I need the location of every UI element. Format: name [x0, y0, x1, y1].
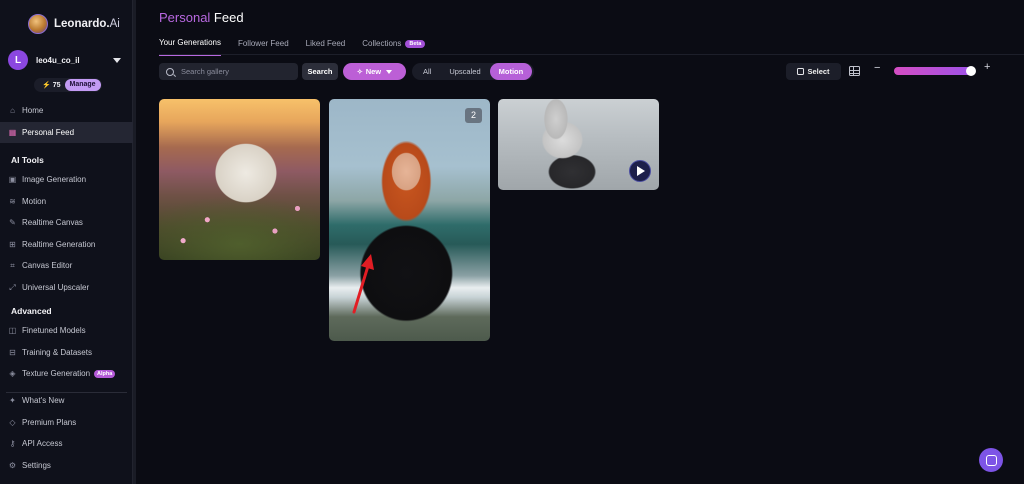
sidebar-item-label: Universal Upscaler	[22, 282, 90, 292]
sidebar-item-realtime-generation[interactable]: ⊞ Realtime Generation	[0, 234, 133, 256]
tabs-divider	[159, 54, 1024, 55]
dataset-icon: ⊟	[9, 347, 16, 357]
zoom-out-button[interactable]: −	[874, 62, 880, 74]
alpha-badge: Alpha	[94, 369, 116, 378]
new-button[interactable]: ✧ New	[343, 63, 406, 80]
chevron-down-icon[interactable]	[113, 57, 121, 63]
filter-group: All Upscaled Motion	[412, 63, 535, 80]
beta-badge: Beta	[405, 39, 426, 48]
sidebar-item-label: Home	[22, 106, 44, 116]
sidebar-item-label: API Access	[22, 439, 63, 449]
gallery-toolbar: Search ✧ New All Upscaled Motion Select …	[159, 61, 999, 80]
select-button[interactable]: Select	[786, 63, 841, 80]
sidebar-item-canvas-editor[interactable]: ⌗ Canvas Editor	[0, 255, 133, 277]
upscale-icon: ⤢	[9, 282, 16, 292]
sidebar-item-label: Premium Plans	[22, 417, 77, 427]
key-icon: ⚷	[9, 439, 16, 449]
search-button[interactable]: Search	[302, 63, 338, 80]
sidebar-item-motion[interactable]: ≋ Motion	[0, 191, 133, 213]
gallery-item-rabbit[interactable]	[498, 99, 659, 190]
texture-icon: ◈	[9, 369, 16, 379]
sidebar-item-label: Motion	[22, 196, 47, 206]
zoom-slider[interactable]	[894, 66, 976, 76]
section-heading-advanced: Advanced	[11, 306, 52, 316]
sidebar-item-home[interactable]: ⌂ Home	[0, 100, 133, 122]
home-icon: ⌂	[10, 106, 15, 116]
search-field[interactable]	[159, 63, 298, 80]
chevron-down-icon	[386, 69, 393, 74]
brand-name: Leonardo.Ai	[54, 18, 120, 30]
play-button[interactable]	[629, 160, 651, 182]
model-icon: ◫	[8, 326, 17, 336]
play-icon	[637, 166, 645, 176]
layout-grid-icon[interactable]	[849, 66, 860, 76]
chat-button[interactable]	[979, 448, 1003, 472]
section-heading-ai-tools: AI Tools	[11, 155, 44, 165]
user-menu[interactable]: L leo4u_co_il	[0, 50, 132, 70]
sidebar-item-premium-plans[interactable]: ◇ Premium Plans	[0, 412, 133, 434]
nav-advanced: Advanced ◫ Finetuned Models ⊟ Training &…	[0, 302, 133, 399]
sidebar-item-label: Training & Datasets	[22, 347, 92, 357]
sidebar-item-label: Realtime Canvas	[22, 218, 83, 228]
filter-all[interactable]: All	[414, 63, 440, 80]
image-count-badge: 2	[465, 108, 482, 123]
bell-icon: ✦	[9, 396, 16, 406]
username: leo4u_co_il	[36, 55, 80, 65]
image-icon: ▣	[8, 175, 17, 185]
page-title: Personal Feed	[159, 10, 244, 25]
sparkle-icon: ✧	[356, 68, 363, 76]
sidebar: Leonardo.Ai L leo4u_co_il ⚡ 75 Manage ⌂ …	[0, 0, 133, 484]
nav-bottom: ✦ What's New ◇ Premium Plans ⚷ API Acces…	[0, 390, 133, 476]
crop-icon: ⌗	[10, 261, 15, 271]
search-input[interactable]	[181, 67, 291, 76]
brush-icon: ✎	[9, 218, 16, 228]
zoom-slider-knob[interactable]	[966, 66, 976, 76]
brand[interactable]: Leonardo.Ai	[0, 0, 132, 38]
sidebar-item-finetuned-models[interactable]: ◫ Finetuned Models	[0, 320, 133, 342]
sidebar-item-whats-new[interactable]: ✦ What's New	[0, 390, 133, 412]
avatar: L	[8, 50, 28, 70]
sidebar-item-label: Image Generation	[22, 175, 87, 185]
realtime-icon: ⊞	[9, 239, 16, 249]
brand-logo-icon	[28, 14, 48, 34]
credits-badge: ⚡ 75 Manage	[34, 78, 102, 92]
gear-icon: ⚙	[8, 460, 17, 470]
grid-icon: ▦	[8, 127, 17, 137]
filter-upscaled[interactable]: Upscaled	[440, 63, 489, 80]
sidebar-item-label: Finetuned Models	[22, 326, 86, 336]
zoom-in-button[interactable]: +	[984, 61, 990, 73]
sidebar-item-label: Texture Generation	[22, 369, 91, 379]
sidebar-item-texture-generation[interactable]: ◈ Texture Generation Alpha	[0, 363, 133, 385]
gallery-item-dog[interactable]	[159, 99, 320, 260]
checkbox-icon	[797, 68, 805, 75]
search-icon	[166, 67, 174, 76]
sidebar-item-image-generation[interactable]: ▣ Image Generation	[0, 169, 133, 191]
nav-top: ⌂ Home ▦ Personal Feed	[0, 100, 133, 143]
main-content: Personal Feed Your Generations Follower …	[136, 0, 1024, 484]
sidebar-item-label: Canvas Editor	[22, 261, 73, 271]
motion-icon: ≋	[9, 196, 16, 206]
sidebar-item-label: Personal Feed	[22, 127, 75, 137]
manage-button[interactable]: Manage	[64, 79, 101, 91]
chat-icon	[985, 454, 997, 466]
token-icon: ⚡	[42, 82, 51, 89]
nav-ai-tools: AI Tools ▣ Image Generation ≋ Motion ✎ R…	[0, 151, 133, 298]
sidebar-item-universal-upscaler[interactable]: ⤢ Universal Upscaler	[0, 277, 133, 299]
diamond-icon: ◇	[9, 417, 16, 427]
sidebar-item-label: Realtime Generation	[22, 239, 96, 249]
sidebar-item-personal-feed[interactable]: ▦ Personal Feed	[0, 121, 133, 143]
filter-motion[interactable]: Motion	[489, 63, 533, 80]
sidebar-item-label: Settings	[22, 460, 51, 470]
sidebar-item-training-datasets[interactable]: ⊟ Training & Datasets	[0, 342, 133, 364]
sidebar-item-api-access[interactable]: ⚷ API Access	[0, 433, 133, 455]
credit-count: 75	[52, 81, 61, 89]
sidebar-item-realtime-canvas[interactable]: ✎ Realtime Canvas	[0, 212, 133, 234]
sidebar-item-settings[interactable]: ⚙ Settings	[0, 455, 133, 477]
sidebar-item-label: What's New	[22, 396, 65, 406]
red-arrow-annotation	[352, 254, 374, 314]
